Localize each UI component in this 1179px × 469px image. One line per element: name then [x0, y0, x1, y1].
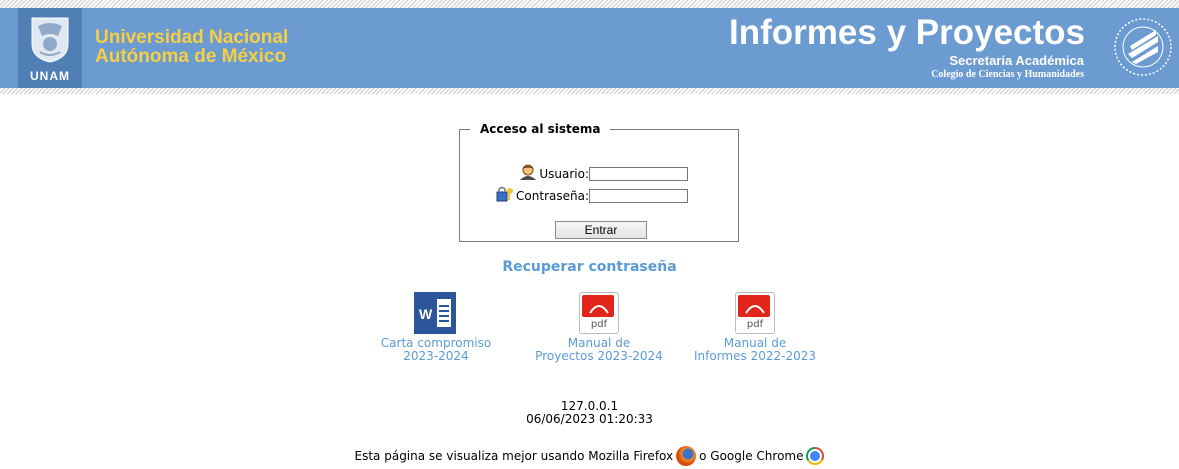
- university-name-line2: Autónoma de México: [95, 46, 287, 67]
- user-label: Usuario:: [539, 166, 589, 181]
- login-fieldset: Acceso al sistema Usuario: Contraseña: E…: [459, 122, 739, 242]
- footer-text-chrome: o Google Chrome: [699, 449, 804, 463]
- login-submit-button[interactable]: Entrar: [555, 221, 647, 239]
- chrome-icon: [806, 447, 825, 465]
- doc-label-line2[interactable]: 2023-2024: [366, 350, 506, 363]
- server-datetime: 06/06/2023 01:20:33: [526, 412, 653, 426]
- word-icon[interactable]: W: [414, 292, 458, 334]
- doc-carta-compromiso[interactable]: W Carta compromiso 2023-2024: [366, 292, 506, 363]
- password-row: Contraseña:: [496, 186, 688, 205]
- doc-manual-informes[interactable]: pdf Manual de Informes 2022-2023: [685, 292, 825, 363]
- unam-shield-icon: [31, 17, 69, 63]
- unam-label: UNAM: [30, 69, 70, 83]
- user-input[interactable]: [589, 166, 688, 181]
- pdf-icon[interactable]: pdf: [577, 292, 621, 334]
- cch-seal-icon: [1114, 18, 1172, 76]
- firefox-icon: [676, 446, 697, 466]
- doc-label-line2[interactable]: Proyectos 2023-2024: [529, 350, 669, 363]
- page-header: UNAM Universidad Nacional Autónoma de Mé…: [0, 0, 1179, 94]
- user-icon: [519, 164, 537, 183]
- doc-manual-proyectos[interactable]: pdf Manual de Proyectos 2023-2024: [529, 292, 669, 363]
- unam-logo: UNAM: [18, 8, 82, 88]
- pdf-icon[interactable]: pdf: [733, 292, 777, 334]
- header-hatch-bottom: [0, 88, 1179, 94]
- university-name: Universidad Nacional Autónoma de México: [95, 28, 288, 66]
- login-legend: Acceso al sistema: [480, 122, 601, 136]
- doc-label-line2[interactable]: Informes 2022-2023: [685, 350, 825, 363]
- header-hatch-top: [0, 0, 1179, 8]
- server-info: 127.0.0.1 06/06/2023 01:20:33: [0, 400, 1179, 426]
- colegio-label: Colegio de Ciencias y Humanidades: [931, 69, 1084, 80]
- university-name-line1: Universidad Nacional: [95, 27, 289, 48]
- password-label: Contraseña:: [516, 188, 589, 203]
- password-input[interactable]: [589, 188, 688, 203]
- footer-text-firefox: Esta página se visualiza mejor usando Mo…: [354, 449, 674, 463]
- browser-recommendation: Esta página se visualiza mejor usando Mo…: [0, 446, 1179, 466]
- secretaria-label: Secretaría Académica: [949, 53, 1084, 68]
- user-row: Usuario:: [519, 164, 688, 183]
- lock-key-icon: [496, 186, 514, 205]
- recover-password-link[interactable]: Recuperar contraseña: [0, 259, 1179, 275]
- app-title: Informes y Proyectos: [729, 13, 1085, 52]
